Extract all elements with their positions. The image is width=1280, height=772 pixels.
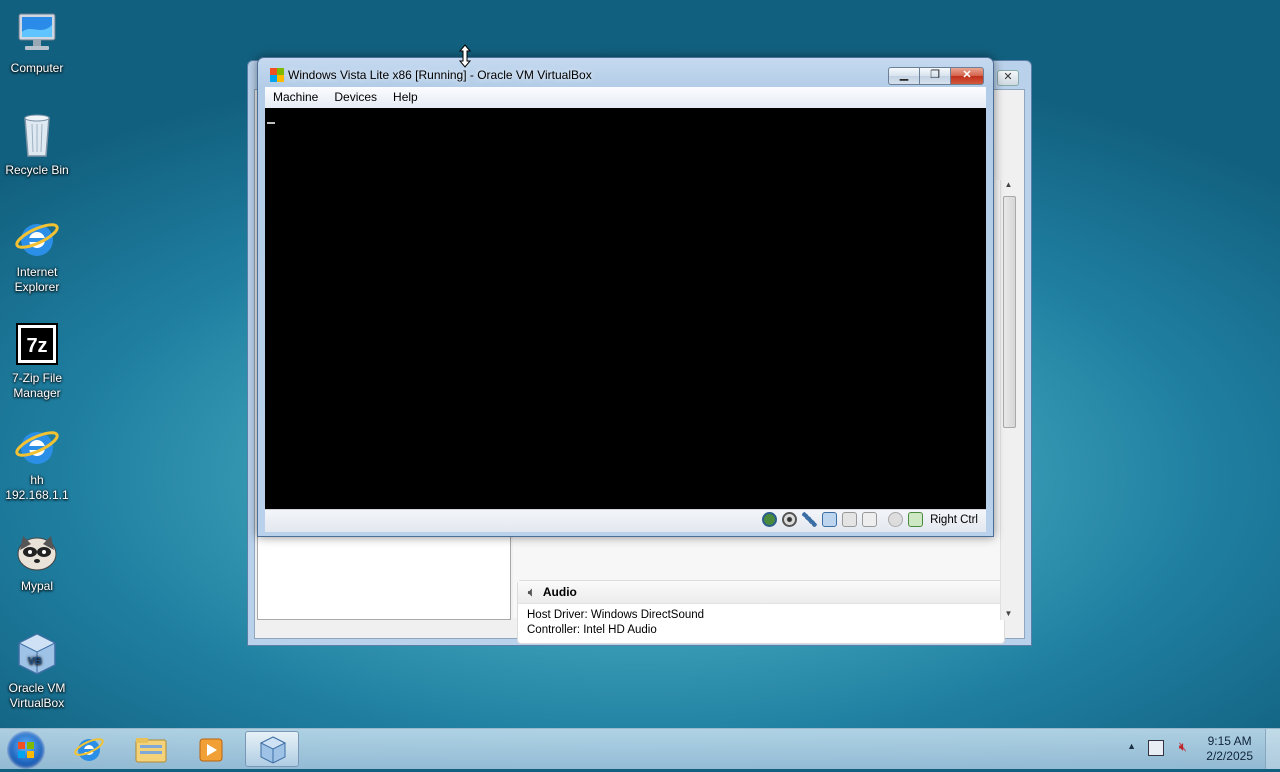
audio-section-title: Audio bbox=[542, 585, 577, 599]
optical-drive-icon[interactable] bbox=[782, 512, 798, 527]
internet-explorer-icon bbox=[13, 422, 61, 470]
close-icon: ✕ bbox=[962, 69, 972, 81]
taskbar-item-file-explorer[interactable] bbox=[124, 731, 178, 767]
tray-overflow-chevron-icon[interactable]: ▲ bbox=[1127, 741, 1136, 751]
media-player-icon bbox=[199, 738, 223, 762]
desktop-icon-computer[interactable]: Computer bbox=[0, 10, 74, 76]
desktop-icon-label: Mypal bbox=[20, 579, 53, 593]
show-desktop-button[interactable] bbox=[1265, 729, 1280, 769]
minimize-button[interactable]: ▁ bbox=[888, 67, 919, 85]
virtualbox-app-icon[interactable] bbox=[269, 67, 285, 83]
host-key-icon[interactable] bbox=[908, 512, 924, 527]
menu-help[interactable]: Help bbox=[385, 87, 426, 108]
mouse-integration-icon[interactable] bbox=[888, 512, 904, 527]
svg-text:7z: 7z bbox=[26, 335, 47, 357]
menu-devices[interactable]: Devices bbox=[326, 87, 385, 108]
desktop-icon-label: Oracle VM VirtualBox bbox=[8, 681, 66, 710]
internet-explorer-icon bbox=[74, 738, 104, 761]
desktop-icon-mypal[interactable]: Mypal bbox=[0, 528, 74, 594]
audio-controller: Controller: Intel HD Audio bbox=[527, 624, 657, 636]
internet-explorer-icon bbox=[13, 214, 61, 262]
details-scrollbar[interactable]: ▲ ▼ bbox=[1000, 180, 1016, 620]
hard-disk-icon[interactable] bbox=[762, 512, 778, 527]
clock-date: 2/2/2025 bbox=[1206, 749, 1253, 763]
scroll-up-arrow-icon[interactable]: ▲ bbox=[1001, 180, 1016, 189]
taskbar: ▲ 🔇︎ 9:15 AM 2/2/2025 bbox=[0, 728, 1280, 769]
display-icon[interactable] bbox=[862, 512, 878, 527]
desktop-icon-recycle-bin[interactable]: Recycle Bin bbox=[0, 112, 74, 178]
text-cursor bbox=[267, 122, 275, 124]
resize-cursor-icon bbox=[458, 44, 472, 68]
volume-muted-icon[interactable]: 🔇︎ bbox=[1179, 739, 1187, 755]
shared-folder-icon[interactable] bbox=[842, 512, 858, 527]
desktop-icon-virtualbox[interactable]: VB Oracle VM VirtualBox bbox=[0, 630, 74, 711]
action-center-icon[interactable] bbox=[1148, 740, 1164, 756]
desktop-icon-internet-explorer[interactable]: Internet Explorer bbox=[0, 214, 74, 295]
svg-text:VB: VB bbox=[28, 656, 42, 667]
mypal-icon bbox=[13, 528, 61, 576]
vm-statusbar: Right Ctrl bbox=[265, 509, 986, 532]
speaker-icon: 🔈︎ bbox=[528, 585, 536, 599]
desktop-icon-label: Computer bbox=[10, 61, 64, 75]
desktop-icon-hh[interactable]: hh 192.168.1.1 bbox=[0, 422, 74, 503]
computer-icon bbox=[13, 10, 61, 58]
start-button[interactable] bbox=[7, 731, 45, 769]
desktop-icon-label: hh 192.168.1.1 bbox=[5, 473, 69, 502]
desktop-icon-7zip[interactable]: 7z 7-Zip File Manager bbox=[0, 320, 74, 401]
audio-host-driver: Host Driver: Windows DirectSound bbox=[527, 609, 705, 621]
host-key-label: Right Ctrl bbox=[930, 513, 978, 526]
minimize-icon: ▁ bbox=[899, 69, 909, 81]
tray-clock[interactable]: 9:15 AM 2/2/2025 bbox=[1206, 734, 1253, 764]
file-explorer-icon bbox=[135, 738, 167, 763]
vm-window-title: Windows Vista Lite x86 [Running] - Oracl… bbox=[288, 68, 592, 82]
clock-time: 9:15 AM bbox=[1207, 734, 1252, 748]
close-button[interactable]: ✕ bbox=[950, 67, 984, 85]
desktop-icon-label: 7-Zip File Manager bbox=[11, 371, 62, 400]
audio-section-header[interactable]: 🔈︎ Audio bbox=[518, 581, 1004, 604]
taskbar-item-media-player[interactable] bbox=[184, 731, 238, 767]
taskbar-item-internet-explorer[interactable] bbox=[62, 731, 116, 767]
desktop-icon-label: Recycle Bin bbox=[5, 163, 69, 177]
vm-menubar: Machine Devices Help bbox=[265, 87, 986, 109]
maximize-button[interactable]: ❐ bbox=[919, 67, 950, 85]
manager-close-button[interactable]: ✕ bbox=[997, 70, 1019, 86]
virtualbox-icon bbox=[259, 736, 287, 764]
usb-icon[interactable] bbox=[802, 512, 818, 527]
recycle-bin-icon bbox=[13, 112, 61, 160]
vm-window[interactable]: Windows Vista Lite x86 [Running] - Oracl… bbox=[257, 57, 994, 537]
vm-display[interactable] bbox=[265, 108, 986, 509]
desktop-icon-label: Internet Explorer bbox=[14, 265, 60, 294]
menu-machine[interactable]: Machine bbox=[265, 87, 326, 108]
scroll-thumb[interactable] bbox=[1003, 196, 1016, 428]
network-icon[interactable] bbox=[822, 512, 838, 527]
7zip-icon: 7z bbox=[13, 320, 61, 368]
taskbar-item-virtualbox[interactable] bbox=[245, 731, 299, 767]
restore-icon: ❐ bbox=[930, 69, 940, 81]
scroll-down-arrow-icon[interactable]: ▼ bbox=[1001, 609, 1016, 618]
virtualbox-icon: VB bbox=[13, 630, 61, 678]
window-controls: ▁ ❐ ✕ bbox=[888, 67, 984, 85]
windows-logo-icon bbox=[18, 742, 34, 758]
audio-section[interactable]: 🔈︎ Audio Host Driver: Windows DirectSoun… bbox=[517, 580, 1005, 644]
